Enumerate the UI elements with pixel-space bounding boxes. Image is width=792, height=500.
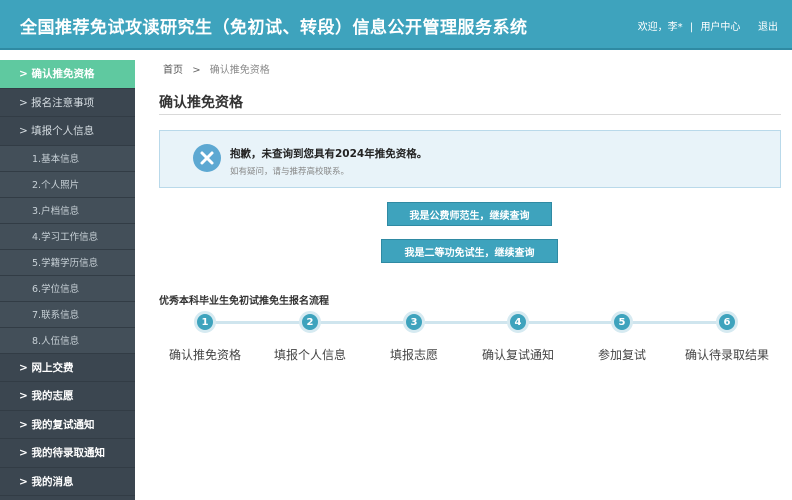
sidebar-subitem-degree[interactable]: 6.学位信息 [0,275,135,302]
welcome-text: 欢迎，李* [637,22,683,33]
sidebar-subitem-household-archive[interactable]: 3.户档信息 [0,197,135,224]
sidebar-subitem-basic-info[interactable]: 1.基本信息 [0,145,135,172]
breadcrumb-current: 确认推免资格 [209,65,270,76]
public-normal-student-button[interactable]: 我是公费师范生，继续查询 [387,202,552,226]
second-class-merit-button[interactable]: 我是二等功免试生，继续查询 [381,239,558,263]
alert-message: 抱歉，未查询到您具有2024年推免资格。 [230,148,428,160]
sidebar-nav: > 确认推免资格 > 报名注意事项 > 填报个人信息 1.基本信息 2.个人照片… [0,60,135,500]
user-center-link[interactable]: 用户中心 [700,18,740,33]
sidebar-subitem-student-status[interactable]: 5.学籍学历信息 [0,249,135,276]
sidebar-item-my-messages[interactable]: > 我的消息 [0,468,135,496]
logout-link[interactable]: 退出 [758,18,778,33]
breadcrumb-chevron-icon: > [192,65,201,76]
process-title: 优秀本科毕业生免初试推免生报名流程 [159,296,329,307]
sidebar-item-pending-admission[interactable]: > 我的待录取通知 [0,439,135,468]
process-line [205,321,729,324]
sidebar-subitem-contact[interactable]: 7.联系信息 [0,301,135,328]
step-3-number: 3 [403,311,425,333]
sidebar-subitem-study-work[interactable]: 4.学习工作信息 [0,223,135,250]
sidebar-subitem-photo[interactable]: 2.个人照片 [0,171,135,198]
step-5-number: 5 [611,311,633,333]
step-6-label: 确认待录取结果 [684,348,769,362]
step-2-label: 填报个人信息 [273,348,346,362]
sidebar-subitem-enlistment[interactable]: 8.人伍信息 [0,327,135,354]
main-content: 首页 > 确认推免资格 确认推免资格 抱歉，未查询到您具有2024年推免资格。 … [135,50,792,500]
step-4-label: 确认复试通知 [481,348,554,362]
header-separator: | [689,22,694,33]
sidebar-item-confirm-qualification[interactable]: > 确认推免资格 [0,60,135,89]
page-title: 确认推免资格 [159,95,243,111]
step-6-number: 6 [716,311,738,333]
system-title: 全国推荐免试攻读研究生（免初试、转段）信息公开管理服务系统 [20,18,528,38]
sidebar-item-online-payment[interactable]: > 网上交费 [0,354,135,382]
step-4-number: 4 [507,311,529,333]
alert-hint: 如有疑问，请与推荐高校联系。 [230,167,350,177]
step-1-label: 确认推免资格 [168,348,241,362]
step-2-number: 2 [299,311,321,333]
header-spacer [748,22,751,33]
breadcrumb: 首页 > 确认推免资格 [163,61,270,76]
step-5-label: 参加复试 [597,348,646,362]
sidebar-item-retest-notice[interactable]: > 我的复试通知 [0,411,135,439]
top-header: 全国推荐免试攻读研究生（免初试、转段）信息公开管理服务系统 欢迎，李* | 用户… [0,0,792,50]
user-area: 欢迎，李* | 用户中心 退出 [638,18,778,33]
sidebar-item-fill-personal-info[interactable]: > 填报个人信息 [0,117,135,146]
error-x-icon [193,144,221,172]
breadcrumb-home[interactable]: 首页 [163,65,183,76]
step-3-label: 填报志愿 [389,348,438,362]
no-qualification-alert: 抱歉，未查询到您具有2024年推免资格。 如有疑问，请与推荐高校联系。 [159,130,781,188]
title-divider [159,114,781,115]
sidebar-item-registration-notes[interactable]: > 报名注意事项 [0,89,135,117]
step-1-number: 1 [194,311,216,333]
sidebar-item-my-choices[interactable]: > 我的志愿 [0,382,135,411]
